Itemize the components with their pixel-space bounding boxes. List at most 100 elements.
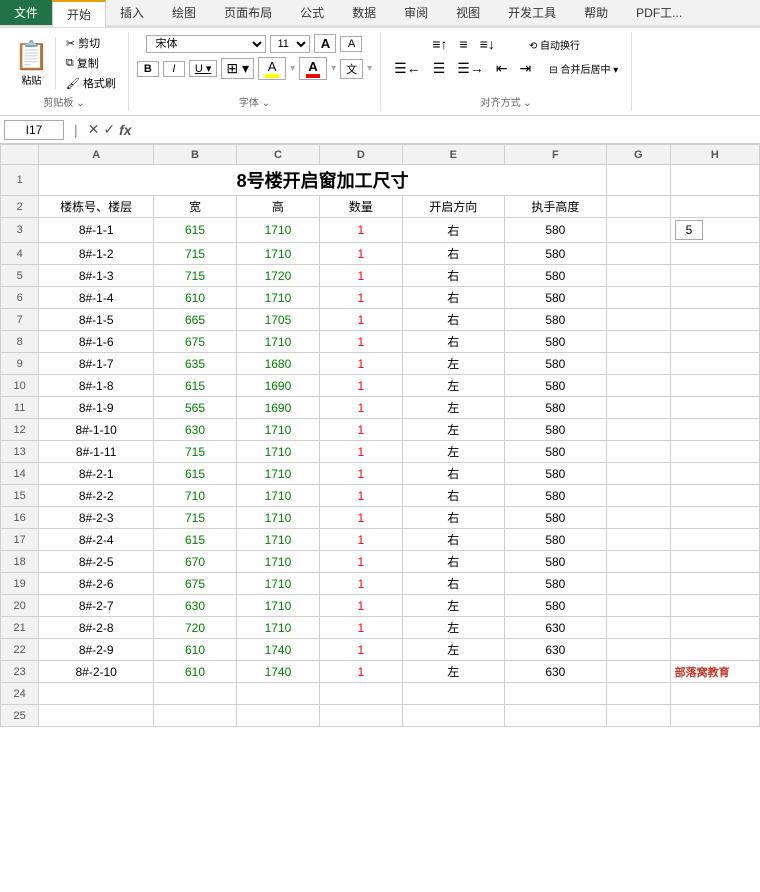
cell-qty-9[interactable]: 1 — [319, 353, 402, 375]
cell-h-5[interactable] — [670, 265, 759, 287]
col-header-b[interactable]: B — [154, 145, 237, 165]
cell-h-10[interactable] — [670, 375, 759, 397]
cell-width-4[interactable]: 715 — [154, 243, 237, 265]
cell-name-19[interactable]: 8#-2-6 — [39, 573, 154, 595]
paste-button[interactable]: 📋 粘贴 — [8, 37, 56, 89]
cell-g-19[interactable] — [606, 573, 670, 595]
cell-name-16[interactable]: 8#-2-3 — [39, 507, 154, 529]
cell-dir-17[interactable]: 右 — [402, 529, 504, 551]
cell-name-3[interactable]: 8#-1-1 — [39, 218, 154, 243]
cell-height-20[interactable]: 1710 — [236, 595, 319, 617]
cell-a-25[interactable] — [39, 705, 154, 727]
cell-name-14[interactable]: 8#-2-1 — [39, 463, 154, 485]
cell-h-6[interactable] — [670, 287, 759, 309]
cell-g-8[interactable] — [606, 331, 670, 353]
col-header-g[interactable]: G — [606, 145, 670, 165]
align-right-button[interactable]: ☰→ — [452, 58, 489, 79]
align-top-button[interactable]: ≡↑ — [427, 34, 452, 54]
tab-home[interactable]: 开始 — [52, 0, 106, 27]
cell-name-22[interactable]: 8#-2-9 — [39, 639, 154, 661]
cell-height-18[interactable]: 1710 — [236, 551, 319, 573]
cell-name-17[interactable]: 8#-2-4 — [39, 529, 154, 551]
cell-g-17[interactable] — [606, 529, 670, 551]
cell-e-25[interactable] — [402, 705, 504, 727]
cell-name-4[interactable]: 8#-1-2 — [39, 243, 154, 265]
cell-g-15[interactable] — [606, 485, 670, 507]
cell-height-16[interactable]: 1710 — [236, 507, 319, 529]
cell-name-23[interactable]: 8#-2-10 — [39, 661, 154, 683]
cell-handle-9[interactable]: 580 — [504, 353, 606, 375]
cell-h-3[interactable]: 5 — [670, 218, 759, 243]
cell-g-7[interactable] — [606, 309, 670, 331]
cell-qty-8[interactable]: 1 — [319, 331, 402, 353]
cell-h-20[interactable] — [670, 595, 759, 617]
cell-dir-12[interactable]: 左 — [402, 419, 504, 441]
cell-height-10[interactable]: 1690 — [236, 375, 319, 397]
align-middle-button[interactable]: ≡ — [455, 34, 473, 54]
cell-height-5[interactable]: 1720 — [236, 265, 319, 287]
cell-qty-19[interactable]: 1 — [319, 573, 402, 595]
cell-h-25[interactable] — [670, 705, 759, 727]
cell-height-9[interactable]: 1680 — [236, 353, 319, 375]
cell-handle-14[interactable]: 580 — [504, 463, 606, 485]
font-name-select[interactable]: 宋体 — [146, 35, 266, 53]
header-qty[interactable]: 数量 — [319, 196, 402, 218]
cell-g-16[interactable] — [606, 507, 670, 529]
cell-handle-21[interactable]: 630 — [504, 617, 606, 639]
header-height[interactable]: 高 — [236, 196, 319, 218]
cell-width-21[interactable]: 720 — [154, 617, 237, 639]
cell-qty-18[interactable]: 1 — [319, 551, 402, 573]
cell-handle-13[interactable]: 580 — [504, 441, 606, 463]
cell-width-9[interactable]: 635 — [154, 353, 237, 375]
cell-dir-20[interactable]: 左 — [402, 595, 504, 617]
cell-handle-11[interactable]: 580 — [504, 397, 606, 419]
cell-h2[interactable] — [670, 196, 759, 218]
cell-name-11[interactable]: 8#-1-9 — [39, 397, 154, 419]
cell-dir-5[interactable]: 右 — [402, 265, 504, 287]
cell-height-7[interactable]: 1705 — [236, 309, 319, 331]
cell-handle-12[interactable]: 580 — [504, 419, 606, 441]
tab-insert[interactable]: 插入 — [106, 0, 158, 25]
cell-g-6[interactable] — [606, 287, 670, 309]
cell-width-12[interactable]: 630 — [154, 419, 237, 441]
tab-help[interactable]: 帮助 — [570, 0, 622, 25]
align-center-button[interactable]: ☰ — [428, 58, 451, 79]
border-button[interactable]: ⊞ ▾ — [221, 58, 254, 79]
cell-width-3[interactable]: 615 — [154, 218, 237, 243]
cell-handle-19[interactable]: 580 — [504, 573, 606, 595]
cell-handle-20[interactable]: 580 — [504, 595, 606, 617]
cell-c-24[interactable] — [236, 683, 319, 705]
cell-width-8[interactable]: 675 — [154, 331, 237, 353]
cell-width-11[interactable]: 565 — [154, 397, 237, 419]
cell-height-17[interactable]: 1710 — [236, 529, 319, 551]
cell-b-24[interactable] — [154, 683, 237, 705]
cell-h-23[interactable]: 部落窝教育 — [670, 661, 759, 683]
cell-g-9[interactable] — [606, 353, 670, 375]
cell-h-14[interactable] — [670, 463, 759, 485]
cell-h-7[interactable] — [670, 309, 759, 331]
cell-h-24[interactable] — [670, 683, 759, 705]
cell-dir-19[interactable]: 右 — [402, 573, 504, 595]
cell-handle-18[interactable]: 580 — [504, 551, 606, 573]
cell-reference-input[interactable] — [4, 120, 64, 140]
cell-name-10[interactable]: 8#-1-8 — [39, 375, 154, 397]
cell-handle-5[interactable]: 580 — [504, 265, 606, 287]
cell-height-19[interactable]: 1710 — [236, 573, 319, 595]
cell-width-20[interactable]: 630 — [154, 595, 237, 617]
merge-button[interactable]: ⊟ 合并后居中 ▾ — [544, 59, 623, 78]
cell-height-4[interactable]: 1710 — [236, 243, 319, 265]
col-header-e[interactable]: E — [402, 145, 504, 165]
cell-h-21[interactable] — [670, 617, 759, 639]
decrease-font-button[interactable]: A — [340, 36, 362, 52]
cell-qty-10[interactable]: 1 — [319, 375, 402, 397]
cell-h-18[interactable] — [670, 551, 759, 573]
cell-width-7[interactable]: 665 — [154, 309, 237, 331]
cell-qty-20[interactable]: 1 — [319, 595, 402, 617]
align-left-button[interactable]: ☰← — [389, 58, 426, 79]
cell-height-13[interactable]: 1710 — [236, 441, 319, 463]
cell-b-25[interactable] — [154, 705, 237, 727]
cell-qty-7[interactable]: 1 — [319, 309, 402, 331]
cell-name-8[interactable]: 8#-1-6 — [39, 331, 154, 353]
cell-dir-16[interactable]: 右 — [402, 507, 504, 529]
underline-button[interactable]: U ▾ — [189, 60, 218, 77]
